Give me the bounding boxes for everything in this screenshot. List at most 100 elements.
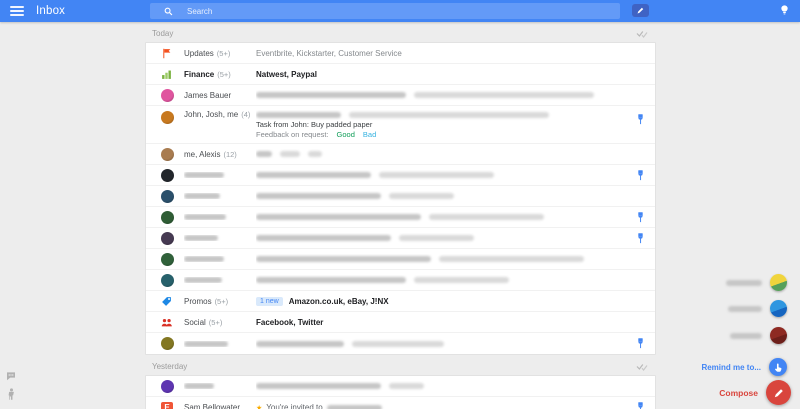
content-cell — [256, 275, 625, 286]
feedback-line: Feedback on request: Good Bad — [256, 130, 625, 140]
task-text: Task from John: Buy padded paper — [256, 120, 625, 130]
conversation-row[interactable] — [146, 165, 655, 186]
tag-icon — [161, 296, 172, 307]
conversation-row[interactable]: James Bauer — [146, 85, 655, 106]
feedback-action-good[interactable]: Good — [337, 130, 355, 140]
contact-3-avatar[interactable] — [770, 327, 787, 344]
sender-cell — [184, 341, 256, 347]
search-filter-button[interactable] — [632, 4, 649, 17]
conversation-row[interactable]: ESam Bellowater★You're invited to — [146, 397, 655, 409]
redacted-text — [256, 383, 381, 389]
conversation-row[interactable] — [146, 270, 655, 291]
subject-line — [256, 110, 625, 120]
flag-icon-cell — [161, 48, 184, 59]
sender-cell: Updates(5+) — [184, 49, 256, 58]
avatar-cell — [161, 211, 184, 224]
content-cell: Eventbrite, Kickstarter, Customer Servic… — [256, 48, 625, 59]
sender-count: (12) — [223, 150, 236, 159]
sweep-button[interactable] — [636, 29, 648, 38]
pin-icon[interactable] — [637, 114, 644, 125]
redacted-text — [280, 151, 300, 157]
pin-icon[interactable] — [637, 170, 644, 181]
pin-icon[interactable] — [637, 402, 644, 409]
avatar-cell — [161, 89, 184, 102]
sender-count: (4) — [241, 110, 250, 119]
content-cell — [256, 338, 625, 349]
conversation-row[interactable] — [146, 333, 655, 354]
redacted-text — [256, 92, 406, 98]
compose-label: Compose — [719, 388, 758, 398]
bundle-row[interactable]: Updates(5+)Eventbrite, Kickstarter, Cust… — [146, 43, 655, 64]
redacted-text — [256, 277, 406, 283]
conversation-row[interactable] — [146, 186, 655, 207]
contact-2-avatar[interactable] — [770, 300, 787, 317]
redacted-text — [256, 235, 391, 241]
pin-icon[interactable] — [637, 338, 644, 349]
conversation-row[interactable] — [146, 228, 655, 249]
avatar-cell — [161, 148, 184, 161]
bundle-row[interactable]: Social(5+) Facebook, Twitter — [146, 312, 655, 333]
redacted-text — [256, 341, 344, 347]
pin-cell — [625, 114, 655, 125]
redacted-text — [730, 333, 762, 339]
bundle-row[interactable]: Promos(5+)1 newAmazon.co.uk, eBay, J!NX — [146, 291, 655, 312]
pin-icon[interactable] — [637, 233, 644, 244]
sender-cell: me, Alexis(12) — [184, 150, 256, 159]
remind-button[interactable] — [769, 358, 787, 376]
subject-line — [256, 275, 625, 286]
pin-icon[interactable] — [637, 212, 644, 223]
redacted-text — [256, 193, 381, 199]
avatar — [161, 211, 174, 224]
sender-count: (5+) — [217, 49, 231, 58]
avatar — [161, 253, 174, 266]
contact-1-avatar[interactable] — [770, 274, 787, 291]
bundle-row[interactable]: Finance(5+)Natwest, Paypal — [146, 64, 655, 85]
app-bar: Inbox Search — [0, 0, 800, 22]
avatar — [161, 274, 174, 287]
redacted-text — [256, 112, 341, 118]
subject-line — [256, 90, 625, 101]
content-cell — [256, 254, 625, 265]
subject-line: 1 newAmazon.co.uk, eBay, J!NX — [256, 296, 625, 307]
feedback-label: Feedback on request: — [256, 130, 329, 140]
section-label: Today — [152, 29, 173, 38]
letter-avatar-text: E — [164, 403, 169, 409]
redacted-text — [414, 92, 594, 98]
search-input[interactable]: Search — [150, 3, 620, 19]
sender-count: (5+) — [209, 318, 223, 327]
content-cell: Task from John: Buy padded paperFeedback… — [256, 110, 625, 140]
avatar-cell — [161, 253, 184, 266]
redacted-text — [414, 277, 509, 283]
sender-cell — [184, 256, 256, 262]
subject-line — [256, 338, 625, 349]
letter-avatar: E — [161, 402, 173, 409]
conversation-row[interactable] — [146, 207, 655, 228]
conversation-row[interactable] — [146, 376, 655, 397]
conversation-row[interactable]: John, Josh, me(4)Task from John: Buy pad… — [146, 106, 655, 144]
accessibility-icon[interactable] — [6, 388, 17, 401]
chart-icon — [161, 69, 172, 80]
remind-label: Remind me to... — [701, 363, 761, 372]
hamburger-menu-icon[interactable] — [10, 6, 24, 16]
lightbulb-icon[interactable] — [780, 4, 789, 17]
redacted-text — [184, 172, 224, 178]
sweep-button[interactable] — [636, 362, 648, 371]
content-cell: Facebook, Twitter — [256, 317, 625, 328]
content-cell — [256, 381, 625, 392]
feedback-bubble-icon[interactable] — [6, 371, 16, 381]
avatar — [161, 190, 174, 203]
tag-icon-cell — [161, 296, 184, 307]
conversation-row[interactable] — [146, 249, 655, 270]
sender-name: Social — [184, 318, 206, 327]
conversation-row[interactable]: me, Alexis(12) — [146, 144, 655, 165]
contact-row — [728, 300, 787, 317]
content-cell: ★You're invited to — [256, 402, 625, 409]
section-panel: Updates(5+)Eventbrite, Kickstarter, Cust… — [145, 42, 656, 355]
sender-name: James Bauer — [184, 91, 231, 100]
feedback-action-bad[interactable]: Bad — [363, 130, 376, 140]
subject-text: You're invited to — [266, 403, 322, 409]
subject-text: Natwest, Paypal — [256, 70, 317, 79]
remind-row: Remind me to... — [701, 358, 787, 376]
redacted-text — [728, 306, 762, 312]
compose-button[interactable] — [766, 380, 791, 405]
